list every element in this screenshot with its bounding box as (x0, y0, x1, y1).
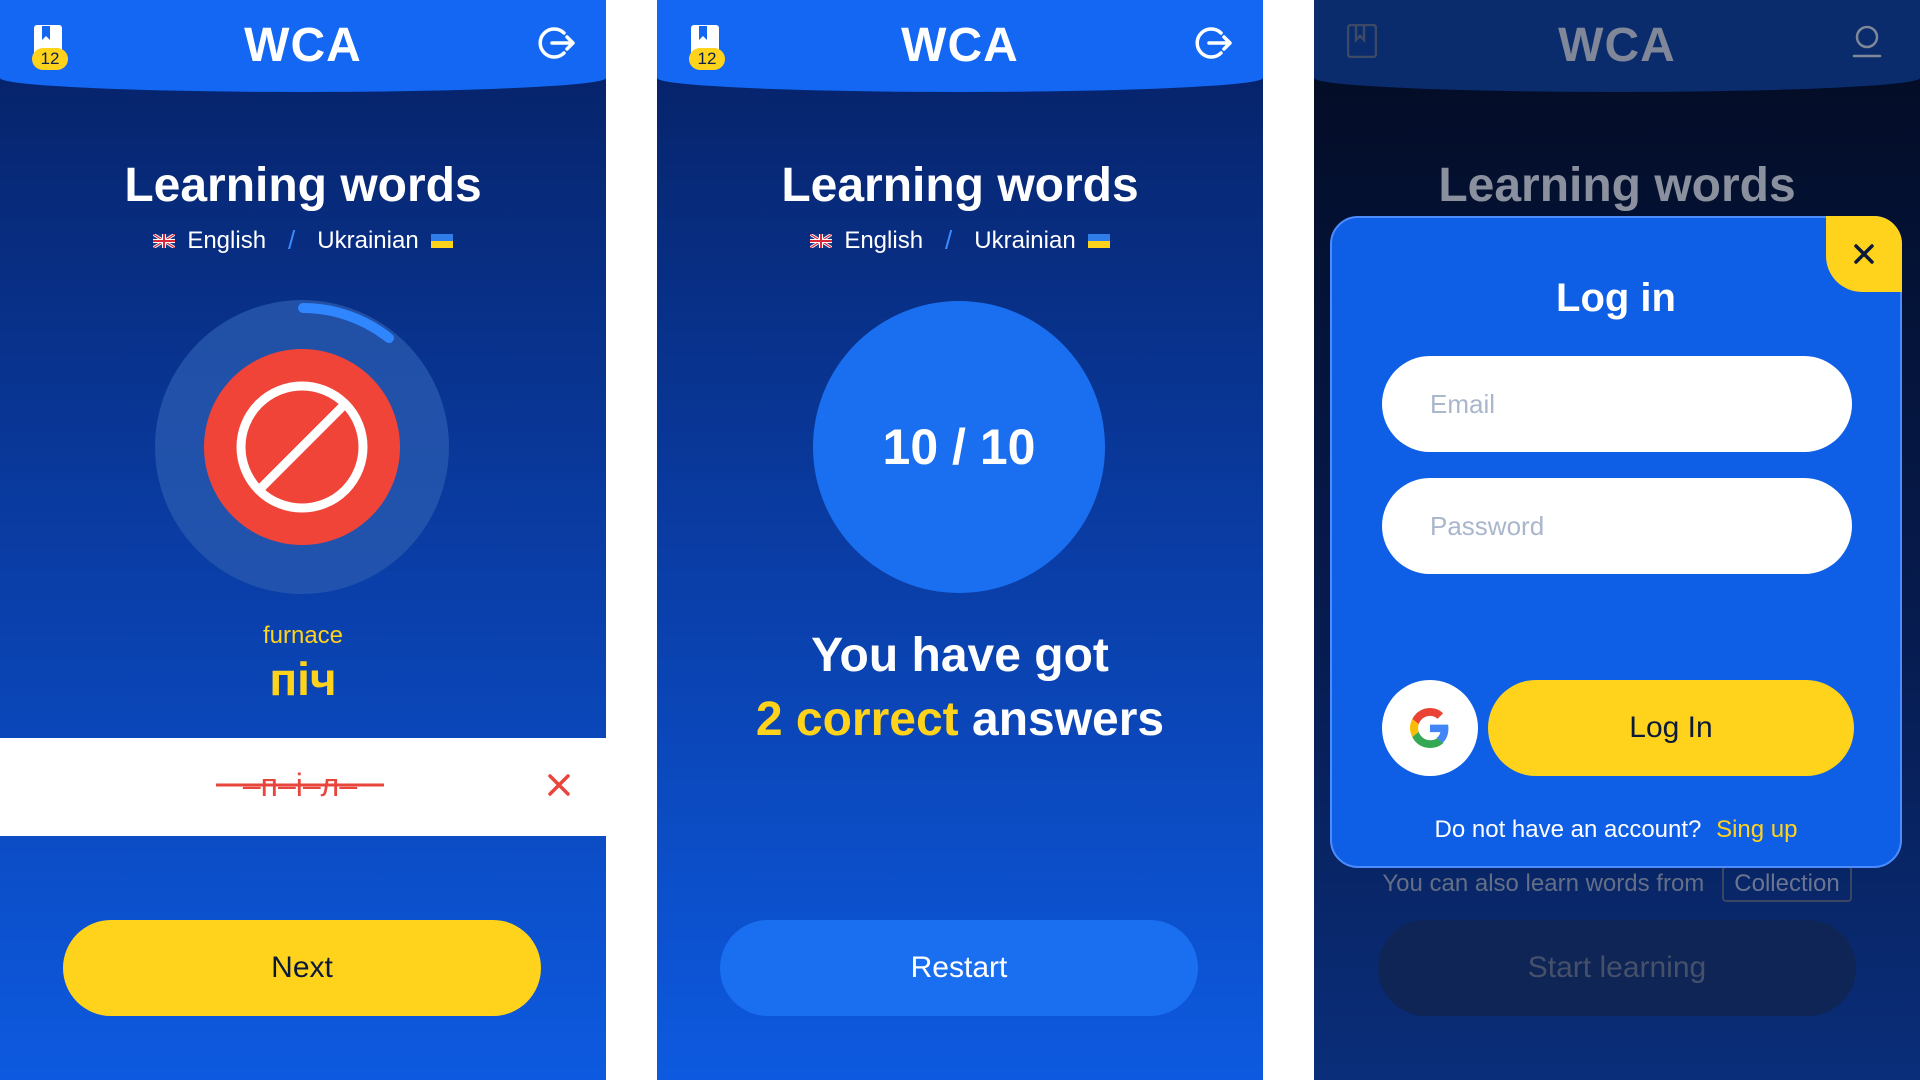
lang-to: Ukrainian (974, 226, 1076, 254)
page-title: Learning words (1438, 159, 1796, 212)
word-english: furnace (262, 622, 344, 649)
app-brand: WCA (244, 19, 362, 72)
next-button[interactable]: Next (63, 920, 541, 1016)
language-pair: English / Ukrainian (0, 225, 606, 256)
result-text-line1: You have got (811, 629, 1109, 682)
login-screen: WCA Learning words You can also learn wo… (1314, 0, 1920, 1080)
language-pair: English / Ukrainian (657, 225, 1263, 256)
app-brand: WCA (1558, 19, 1676, 72)
quiz-screen: 12 WCA Learning words English / Ukrainia… (0, 0, 606, 1080)
logout-icon[interactable] (1193, 24, 1233, 62)
lang-separator: / (945, 225, 953, 255)
logout-icon[interactable] (536, 24, 576, 62)
hint-text: You can also learn words from (1382, 870, 1705, 897)
lang-to: Ukrainian (317, 226, 419, 254)
result-screen: 12 WCA Learning words English / Ukrainia… (657, 0, 1263, 1080)
collection-link[interactable]: Collection (1722, 866, 1852, 902)
login-title: Log in (1556, 276, 1676, 320)
page-title: Learning words (781, 159, 1139, 212)
progress-ring (155, 300, 449, 594)
wrong-answer-text: –п–і–л– (216, 767, 384, 803)
lang-separator: / (288, 225, 296, 255)
page-title: Learning words (124, 159, 482, 212)
login-modal: Log in Log In Do not have an account? Si… (1330, 216, 1902, 868)
answers-word: answers (972, 693, 1165, 746)
google-icon (1410, 708, 1449, 748)
lang-from: English (844, 226, 924, 254)
app-header: 12 WCA (0, 0, 606, 92)
start-learning-button[interactable]: Start learning (1378, 920, 1856, 1016)
clear-icon[interactable] (542, 768, 576, 802)
uk-flag-icon (810, 233, 833, 248)
password-field[interactable] (1382, 478, 1852, 574)
app-header: WCA (1314, 0, 1920, 92)
email-field[interactable] (1382, 356, 1852, 452)
lang-from: English (187, 226, 267, 254)
google-login-button[interactable] (1382, 680, 1478, 776)
close-icon (1854, 244, 1874, 264)
ukraine-flag-icon (430, 233, 453, 248)
uk-flag-icon (153, 233, 176, 248)
result-text-line2: 2 correct answers (657, 692, 1263, 747)
signup-row: Do not have an account? Sing up (1332, 816, 1900, 844)
login-button[interactable]: Log In (1488, 680, 1854, 776)
answer-input-bar[interactable]: –п–і–л– (0, 738, 606, 836)
signup-link[interactable]: Sing up (1716, 816, 1797, 843)
forbidden-icon (204, 349, 400, 545)
word-translation: піч (269, 653, 337, 705)
app-brand: WCA (901, 19, 1019, 72)
correct-count: 2 correct (755, 693, 959, 746)
collection-hint: You can also learn words from Collection (1314, 866, 1920, 902)
restart-button[interactable]: Restart (720, 920, 1198, 1016)
score-circle: 10 / 10 (813, 301, 1105, 593)
ukraine-flag-icon (1087, 233, 1110, 248)
no-account-text: Do not have an account? (1434, 816, 1702, 843)
app-header: 12 WCA (657, 0, 1263, 92)
user-icon[interactable] (1852, 24, 1882, 58)
